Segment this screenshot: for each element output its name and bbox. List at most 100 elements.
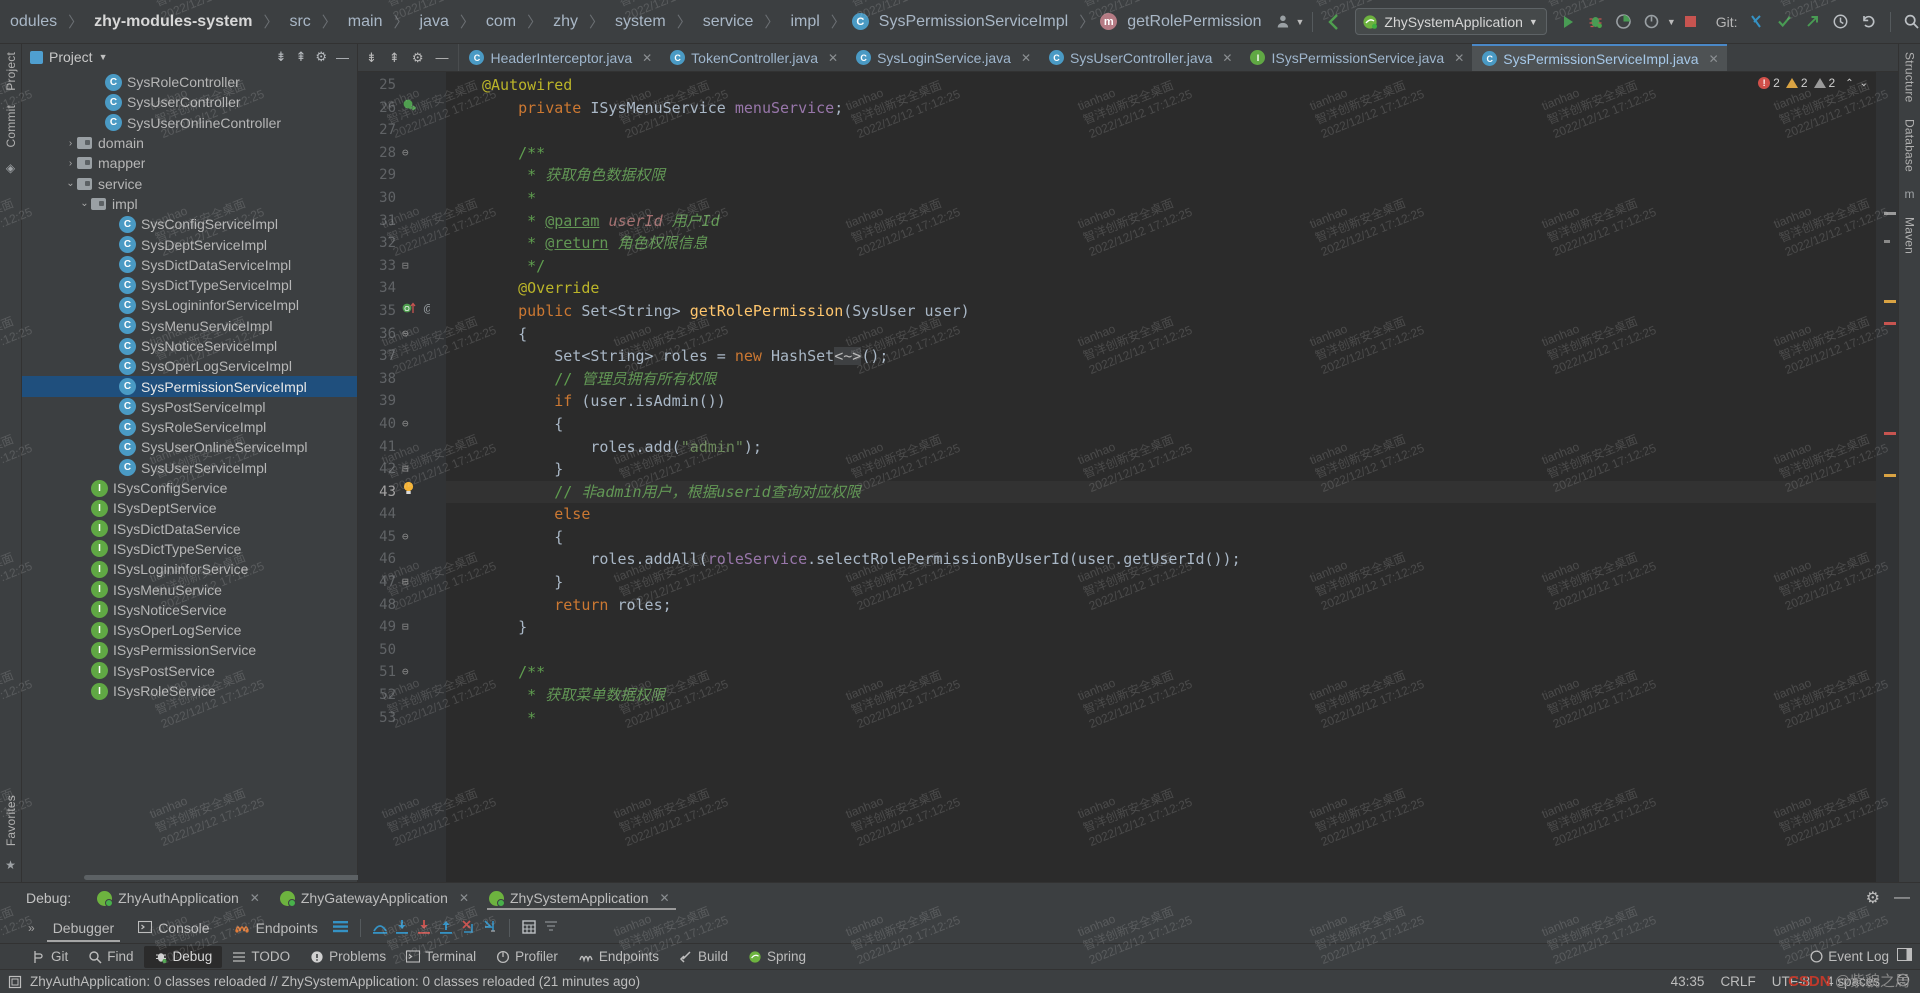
git-push-icon[interactable] — [1800, 9, 1826, 35]
close-icon[interactable]: ✕ — [642, 51, 652, 65]
tree-node[interactable]: CSysNoticeServiceImpl — [22, 336, 357, 356]
tree-node[interactable]: IISysDictTypeService — [22, 539, 357, 559]
gutter-line[interactable]: 28⊖ — [358, 142, 446, 165]
code-line[interactable]: * 获取菜单数据权限 — [446, 684, 1876, 707]
gutter-marks[interactable] — [396, 594, 446, 617]
tree-node[interactable]: IISysNoticeService — [22, 600, 357, 620]
git-commit-icon[interactable] — [1772, 9, 1798, 35]
gutter-marks[interactable] — [396, 97, 446, 120]
gutter-line[interactable]: 48 — [358, 594, 446, 617]
step-over-icon[interactable] — [369, 919, 391, 938]
caret-position[interactable]: 43:35 — [1671, 974, 1705, 989]
code-line[interactable] — [446, 119, 1876, 142]
tree-node[interactable]: CSysUserOnlineController — [22, 113, 357, 133]
stripe-mark[interactable] — [1884, 300, 1896, 303]
tool-window-button-profiler[interactable]: Profiler — [486, 946, 568, 968]
tree-node[interactable]: CSysDictTypeServiceImpl — [22, 275, 357, 295]
gutter-marks[interactable] — [396, 345, 446, 368]
debug-tab-debugger[interactable]: Debugger — [41, 914, 127, 942]
gutter-line[interactable]: 41 — [358, 436, 446, 459]
chevron-down-icon[interactable]: ⌄ — [78, 198, 91, 209]
tree-node[interactable]: ›domain — [22, 133, 357, 153]
close-icon[interactable]: ✕ — [660, 891, 670, 905]
tree-node[interactable]: IISysLogininforService — [22, 559, 357, 579]
tree-node[interactable]: CSysUserController — [22, 92, 357, 112]
gutter-line[interactable]: 35O@ — [358, 300, 446, 323]
gear-icon[interactable]: ⚙ — [315, 49, 327, 65]
lock-icon[interactable] — [8, 975, 22, 989]
stripe-mark[interactable] — [1884, 474, 1896, 477]
gutter-line[interactable]: 45⊖ — [358, 526, 446, 549]
tree-node[interactable]: CSysPostServiceImpl — [22, 397, 357, 417]
tool-window-button-find[interactable]: Find — [78, 946, 143, 968]
code-line[interactable]: else — [446, 503, 1876, 526]
code-line[interactable]: @Autowired — [446, 74, 1876, 97]
fold-collapse-icon[interactable]: ⊖ — [402, 413, 409, 436]
tree-node[interactable]: IISysMenuService — [22, 579, 357, 599]
fold-collapse-icon[interactable]: ⊖ — [402, 323, 409, 346]
stripe-mark[interactable] — [1884, 212, 1896, 215]
code-line[interactable]: } — [446, 571, 1876, 594]
editor-code[interactable]: @Autowired private ISysMenuService menuS… — [446, 72, 1876, 882]
code-line[interactable]: } — [446, 616, 1876, 639]
code-line[interactable]: * — [446, 187, 1876, 210]
gutter-line[interactable]: 43 — [358, 481, 446, 504]
breadcrumb-item-main[interactable]: main — [338, 12, 393, 32]
editor-tab-tokencontroller[interactable]: CTokenController.java✕ — [660, 44, 846, 71]
fold-end-icon[interactable]: ⊟ — [402, 458, 409, 481]
tree-node[interactable]: CSysLogininforServiceImpl — [22, 295, 357, 315]
error-count-badge[interactable]: ! 2 — [1758, 76, 1780, 90]
sidebar-item-commit[interactable]: Commit — [4, 105, 18, 148]
gutter-marks[interactable]: ⊖ — [396, 142, 446, 165]
profiler-icon[interactable] — [1639, 9, 1665, 35]
breadcrumb-item-java[interactable]: java — [410, 12, 459, 32]
tree-node[interactable]: CSysDictDataServiceImpl — [22, 255, 357, 275]
line-separator[interactable]: CRLF — [1720, 974, 1755, 989]
breadcrumb-item-impl[interactable]: impl — [780, 12, 829, 32]
intention-bulb-icon[interactable] — [402, 481, 415, 504]
gutter-line[interactable]: 30 — [358, 187, 446, 210]
code-line[interactable]: * @param userId 用户Id — [446, 210, 1876, 233]
code-line[interactable]: return roles; — [446, 594, 1876, 617]
breadcrumb-item-zhy-modules-system[interactable]: zhy-modules-system — [84, 12, 262, 32]
gutter-line[interactable]: 50 — [358, 639, 446, 662]
gutter-line[interactable]: 39 — [358, 390, 446, 413]
project-horizontal-scrollbar[interactable] — [22, 873, 357, 882]
chevron-down-icon[interactable]: ▼ — [1529, 17, 1538, 27]
gutter-marks[interactable] — [396, 368, 446, 391]
gutter-marks[interactable]: ⊟ — [396, 616, 446, 639]
gutter-line[interactable]: 32 — [358, 232, 446, 255]
error-stripe[interactable] — [1876, 72, 1898, 882]
tool-window-button-debug[interactable]: Debug — [144, 946, 223, 968]
gutter-marks[interactable]: ⊟ — [396, 571, 446, 594]
tree-node[interactable]: ⌄service — [22, 173, 357, 193]
code-line[interactable]: // 非admin用户，根据userid查询对应权限 — [446, 481, 1876, 504]
breadcrumb-item-getrolepermission[interactable]: mgetRolePermission — [1095, 12, 1271, 32]
gutter-line[interactable]: 31 — [358, 210, 446, 233]
gutter-marks[interactable] — [396, 232, 446, 255]
star-icon[interactable]: ★ — [5, 858, 16, 872]
debug-tab-console[interactable]: Console — [126, 914, 221, 942]
tree-node[interactable]: ⌄impl — [22, 194, 357, 214]
tree-node[interactable]: IISysOperLogService — [22, 620, 357, 640]
evaluate-icon[interactable] — [518, 919, 540, 938]
tool-window-button-spring[interactable]: Spring — [738, 946, 816, 968]
tree-node[interactable]: CSysRoleServiceImpl — [22, 417, 357, 437]
tool-window-button-problems[interactable]: Problems — [300, 946, 396, 968]
code-line[interactable]: } — [446, 458, 1876, 481]
debug-session-zhyauthapplication[interactable]: ZhyAuthApplication✕ — [87, 890, 270, 906]
code-line[interactable]: public Set<String> getRolePermission(Sys… — [446, 300, 1876, 323]
code-line[interactable]: { — [446, 323, 1876, 346]
gear-icon[interactable]: ⚙ — [1866, 888, 1880, 908]
chevron-right-icon[interactable]: › — [64, 138, 77, 149]
gutter-marks[interactable] — [396, 707, 446, 730]
sidebar-item-favorites[interactable]: Favorites — [4, 795, 18, 846]
chevron-down-icon[interactable]: ▼ — [1295, 17, 1304, 27]
gutter-line[interactable]: 36⊖ — [358, 323, 446, 346]
debug-sessions[interactable]: ZhyAuthApplication✕ZhyGatewayApplication… — [87, 890, 679, 906]
force-step-into-icon[interactable] — [413, 919, 435, 938]
editor-tab-headerinterceptor[interactable]: CHeaderInterceptor.java✕ — [459, 44, 660, 71]
tree-node[interactable]: IISysPostService — [22, 661, 357, 681]
close-icon[interactable]: ✕ — [250, 891, 260, 905]
debug-tab-endpoints[interactable]: Endpoints — [222, 914, 330, 942]
